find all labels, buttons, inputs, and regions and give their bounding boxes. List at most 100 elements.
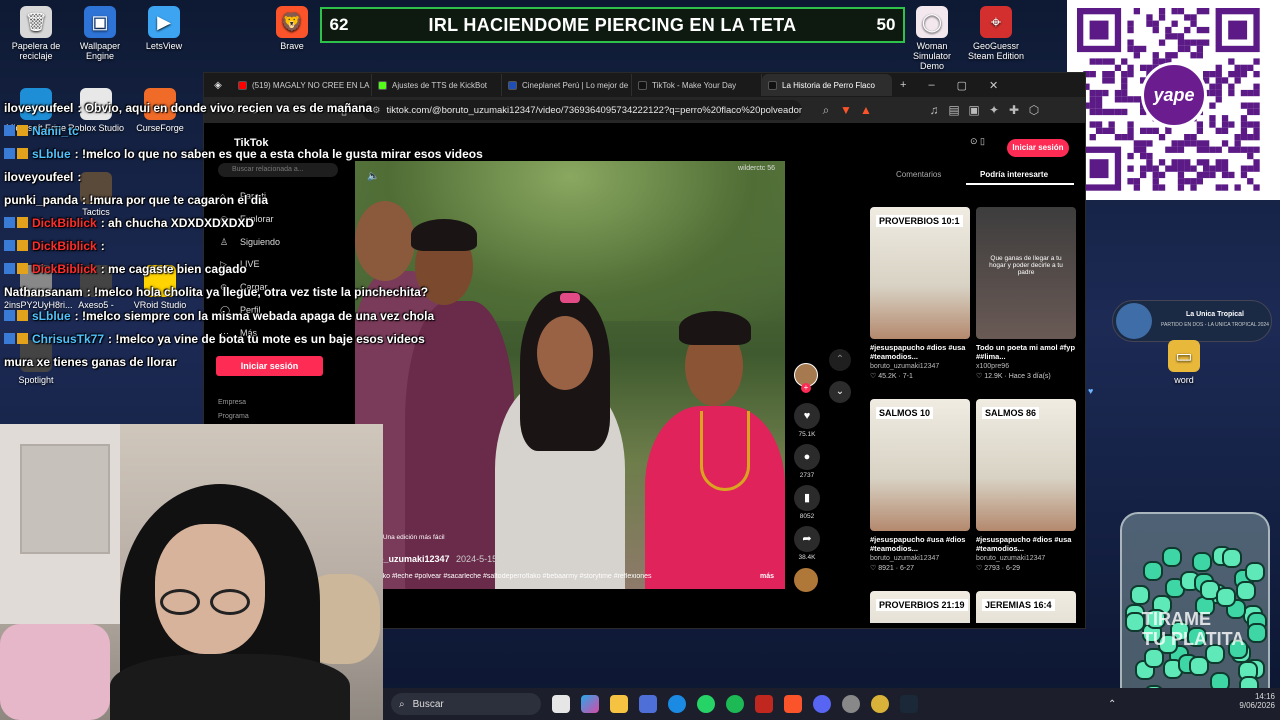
video-card[interactable]: Que ganas de llegar a tu hogar y poder d…: [976, 207, 1076, 380]
cast-icon[interactable]: ⊙ ▯: [970, 136, 985, 147]
brave-rewards-icon[interactable]: ▲: [856, 103, 876, 117]
ai-icon[interactable]: ✦: [984, 103, 1004, 117]
zoom-icon[interactable]: ⌕: [816, 103, 836, 118]
word-desktop-icon[interactable]: ▭ word: [1152, 340, 1216, 385]
desktop-icon[interactable]: 🦁 Brave: [260, 6, 324, 51]
desktop-icon[interactable]: 🗑 Papelera de reciclaje: [4, 6, 68, 61]
obs-icon[interactable]: [842, 695, 860, 713]
card-user: boruto_uzumaki12347: [870, 555, 940, 562]
desktop-icon[interactable]: ▶ LetsView: [132, 6, 196, 51]
browser-tab[interactable]: La Historia de Perro Flaco: [762, 74, 892, 96]
next-video-button[interactable]: ⌄: [829, 381, 851, 403]
clock[interactable]: 14:16 9/06/2026: [1225, 692, 1275, 710]
footer-empresa[interactable]: Empresa: [218, 399, 246, 406]
dota-icon[interactable]: [755, 695, 773, 713]
heart-icon: ♥: [794, 403, 820, 429]
card-meta: ♡ 2793 · 6-29: [976, 565, 1021, 572]
share-button[interactable]: ➦ 38.4K: [792, 526, 822, 561]
sidebar-icon[interactable]: ▤: [944, 103, 964, 117]
desktop-icon-label: Spotlight: [18, 375, 54, 385]
brave-taskbar-icon[interactable]: [784, 695, 802, 713]
chat-message: punki_panda: !mura por que te cagaron el…: [4, 193, 268, 207]
brave-shields-icon[interactable]: ▼: [836, 103, 856, 117]
video-card[interactable]: JEREMIAS 16:4: [976, 591, 1076, 623]
prev-video-button[interactable]: ⌃: [829, 349, 851, 371]
card-title: #jesuspapucho #dios #usa #teamodios...: [870, 343, 966, 361]
header-login-button[interactable]: Iniciar sesión: [1007, 139, 1069, 157]
jar-token: [1245, 562, 1265, 582]
edge-icon[interactable]: [668, 695, 686, 713]
store-icon[interactable]: [639, 695, 657, 713]
streamer-shirt: [110, 654, 350, 720]
browser-tab[interactable]: Cineplanet Perú | Lo mejor de: [502, 74, 632, 96]
jar-token: [1247, 623, 1267, 643]
chat-username: punki_panda: [4, 193, 79, 207]
bookmark-icon: ▮: [794, 485, 820, 511]
glasses-right: [210, 589, 250, 615]
tray-chevron-icon[interactable]: ⌃: [1108, 699, 1116, 710]
comment-button[interactable]: ● 2737: [792, 444, 822, 479]
card-thumbnail: PROVERBIOS 21:19: [870, 591, 970, 623]
sound-disc-icon[interactable]: [794, 568, 818, 592]
browser-tab[interactable]: Ajustes de TTS de KickBot: [372, 74, 502, 96]
video-hashtags[interactable]: #perroflako #leche #polvear #sacarleche …: [355, 573, 725, 580]
tab-bar: ◈ (519) MAGALY NO CREE EN LA Ajustes de T…: [204, 73, 1085, 97]
discord-taskbar-icon[interactable]: [813, 695, 831, 713]
follow-button[interactable]: +: [801, 383, 811, 393]
tab-comments[interactable]: Comentarios: [896, 170, 941, 179]
desktop-icon[interactable]: ⌖ GeoGuessr Steam Edition: [964, 6, 1028, 61]
taskbar-search[interactable]: ⌕ Buscar: [391, 693, 541, 715]
desktop-icon[interactable]: ◯ Woman Simulator Demo: [900, 6, 964, 71]
url-field[interactable]: ⚙ tiktok.com/@boruto_uzumaki12347/video/…: [362, 100, 802, 120]
chat-message: DickBiblick: me cagaste bien cagado: [4, 262, 247, 276]
new-tab-icon[interactable]: +: [900, 79, 906, 91]
extensions-icon[interactable]: ✚: [1004, 103, 1024, 117]
media-icon[interactable]: ♫: [924, 103, 944, 117]
badge-icon: [4, 310, 15, 321]
wallet-icon[interactable]: ▣: [964, 103, 984, 117]
chat-text: : !melco ya vine de bota tu mote es un b…: [108, 332, 425, 346]
boy-hair: [679, 311, 751, 345]
music-widget[interactable]: La Unica Tropical PARTIDO EN DOS - LA UN…: [1112, 300, 1272, 342]
steam-taskbar-icon[interactable]: [900, 695, 918, 713]
task-view-icon[interactable]: [552, 695, 570, 713]
video-player[interactable]: 🔈 wilderctc 56 CapCut - Una edición más …: [355, 161, 785, 589]
maximize-icon[interactable]: ▢: [957, 79, 967, 92]
badge-icon: [17, 148, 28, 159]
jar-token: [1189, 656, 1209, 676]
desktop-icon[interactable]: ▣ Wallpaper Engine: [68, 6, 132, 61]
heart-button[interactable]: ♥ 75.1K: [792, 403, 822, 438]
browser-tab[interactable]: (519) MAGALY NO CREE EN LA: [232, 74, 372, 96]
tiktok-search-input[interactable]: Buscar relacionada a...: [218, 163, 338, 177]
badge-icon: [4, 240, 15, 251]
site-info-icon[interactable]: ⚙: [372, 105, 381, 116]
close-icon[interactable]: ✕: [989, 79, 998, 92]
banner-right-count: 50: [876, 15, 896, 34]
more-link[interactable]: más: [760, 573, 774, 580]
file-explorer-icon[interactable]: [610, 695, 628, 713]
bookmark-button[interactable]: ▮ 8052: [792, 485, 822, 520]
video-card[interactable]: SALMOS 10 #jesuspapucho #usa #dios #teamo…: [870, 399, 970, 572]
video-card[interactable]: SALMOS 86 #jesuspapucho #dios #usa #teamo…: [976, 399, 1076, 572]
video-card[interactable]: PROVERBIOS 10:1 #jesuspapucho #dios #usa …: [870, 207, 970, 380]
footer-programa[interactable]: Programa: [218, 413, 249, 420]
badge-icon: [4, 125, 15, 136]
nav-item[interactable]: ♙ Siguiendo: [210, 235, 350, 249]
sidebar-login-button[interactable]: Iniciar sesión: [216, 356, 323, 376]
copilot-icon[interactable]: [581, 695, 599, 713]
person-second-hair: [411, 219, 477, 251]
vpn-icon[interactable]: ⬡: [1024, 103, 1044, 117]
chat-message: iloveyoufeel:: [4, 170, 81, 184]
app-icon[interactable]: [871, 695, 889, 713]
action-count: 8052: [799, 513, 815, 520]
brave-menu-icon[interactable]: ◈: [204, 80, 232, 91]
card-thumbnail: Que ganas de llegar a tu hogar y poder d…: [976, 207, 1076, 339]
minimize-icon[interactable]: –: [928, 79, 934, 91]
tab-recommended[interactable]: Podría interesarte: [980, 170, 1048, 179]
video-card[interactable]: PROVERBIOS 21:19: [870, 591, 970, 623]
card-title: #jesuspapucho #usa #dios #teamodios...: [870, 535, 966, 553]
spotify-icon[interactable]: [726, 695, 744, 713]
browser-tab[interactable]: TikTok - Make Your Day: [632, 74, 762, 96]
volume-icon[interactable]: 🔈: [367, 171, 379, 182]
whatsapp-icon[interactable]: [697, 695, 715, 713]
